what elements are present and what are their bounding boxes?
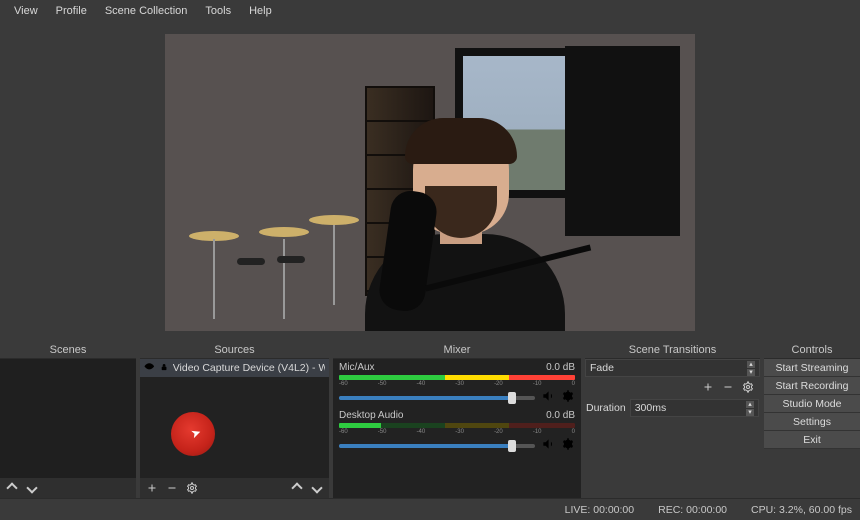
mixer-title: Mixer: [333, 342, 581, 359]
transitions-dock: Scene Transitions Fade ▴▾ Duration 300ms…: [585, 342, 760, 498]
preview-area: [0, 22, 860, 342]
menu-profile[interactable]: Profile: [48, 3, 95, 19]
remove-transition-button[interactable]: [722, 381, 734, 393]
channel-name: Desktop Audio: [339, 410, 404, 421]
scene-move-down-button[interactable]: [26, 482, 38, 494]
source-settings-button[interactable]: [186, 482, 198, 494]
controls-dock: Controls Start Streaming Start Recording…: [764, 342, 860, 498]
exit-button[interactable]: Exit: [764, 431, 860, 449]
webcam-feed: [165, 34, 695, 331]
duration-input[interactable]: 300ms ▴▾: [630, 399, 759, 417]
channel-settings-button[interactable]: [561, 437, 575, 454]
meter-icon: [339, 375, 575, 380]
scene-move-up-button[interactable]: [6, 482, 18, 494]
controls-title: Controls: [764, 342, 860, 359]
menu-tools[interactable]: Tools: [197, 3, 239, 19]
transition-select[interactable]: Fade ▴▾: [585, 359, 760, 377]
source-item[interactable]: Video Capture Device (V4L2) - Webcam: [140, 359, 329, 377]
menu-view[interactable]: View: [6, 3, 46, 19]
duration-label: Duration: [586, 402, 626, 414]
transition-settings-button[interactable]: [742, 381, 754, 393]
speaker-icon[interactable]: [541, 437, 555, 454]
transition-selected: Fade: [590, 362, 614, 374]
sources-dock: Sources Video Capture Device (V4L2) - We…: [140, 342, 329, 498]
status-rec: REC: 00:00:00: [658, 504, 727, 516]
meter-ticks: -60-50-40-30-20-100: [339, 381, 575, 387]
channel-level: 0.0 dB: [546, 410, 575, 421]
preview-canvas[interactable]: [165, 34, 695, 331]
channel-level: 0.0 dB: [546, 362, 575, 373]
mixer-channel-mic: Mic/Aux 0.0 dB -60-50-40-30-20-100: [333, 359, 581, 407]
add-source-button[interactable]: [146, 482, 158, 494]
volume-slider[interactable]: [339, 396, 535, 400]
status-live: LIVE: 00:00:00: [565, 504, 634, 516]
menu-bar: View Profile Scene Collection Tools Help: [0, 0, 860, 22]
menu-help[interactable]: Help: [241, 3, 280, 19]
status-bar: LIVE: 00:00:00 REC: 00:00:00 CPU: 3.2%, …: [0, 498, 860, 520]
source-move-up-button[interactable]: [291, 482, 303, 494]
channel-name: Mic/Aux: [339, 362, 375, 373]
meter-ticks: -60-50-40-30-20-100: [339, 429, 575, 435]
speaker-icon[interactable]: [541, 389, 555, 406]
start-recording-button[interactable]: Start Recording: [764, 377, 860, 395]
transitions-title: Scene Transitions: [585, 342, 760, 359]
add-transition-button[interactable]: [702, 381, 714, 393]
remove-source-button[interactable]: [166, 482, 178, 494]
source-move-down-button[interactable]: [311, 482, 323, 494]
settings-button[interactable]: Settings: [764, 413, 860, 431]
studio-mode-button[interactable]: Studio Mode: [764, 395, 860, 413]
sources-title: Sources: [140, 342, 329, 359]
volume-slider[interactable]: [339, 444, 535, 448]
mixer-channel-desktop: Desktop Audio 0.0 dB -60-50-40-30-20-100: [333, 407, 581, 455]
status-cpu: CPU: 3.2%, 60.00 fps: [751, 504, 852, 516]
duration-value: 300ms: [635, 402, 667, 414]
channel-settings-button[interactable]: [561, 389, 575, 406]
mixer-dock: Mixer Mic/Aux 0.0 dB -60-50-40-30-20-100: [333, 342, 581, 498]
scenes-dock: Scenes: [0, 342, 136, 498]
menu-scene-collection[interactable]: Scene Collection: [97, 3, 196, 19]
docks: Scenes Sources Video Capture Device (V4L…: [0, 342, 860, 498]
start-streaming-button[interactable]: Start Streaming: [764, 359, 860, 377]
lock-icon[interactable]: [160, 362, 168, 374]
meter-icon: [339, 423, 575, 428]
source-label: Video Capture Device (V4L2) - Webcam: [173, 362, 325, 374]
visibility-icon[interactable]: [144, 361, 155, 375]
scenes-title: Scenes: [0, 342, 136, 359]
